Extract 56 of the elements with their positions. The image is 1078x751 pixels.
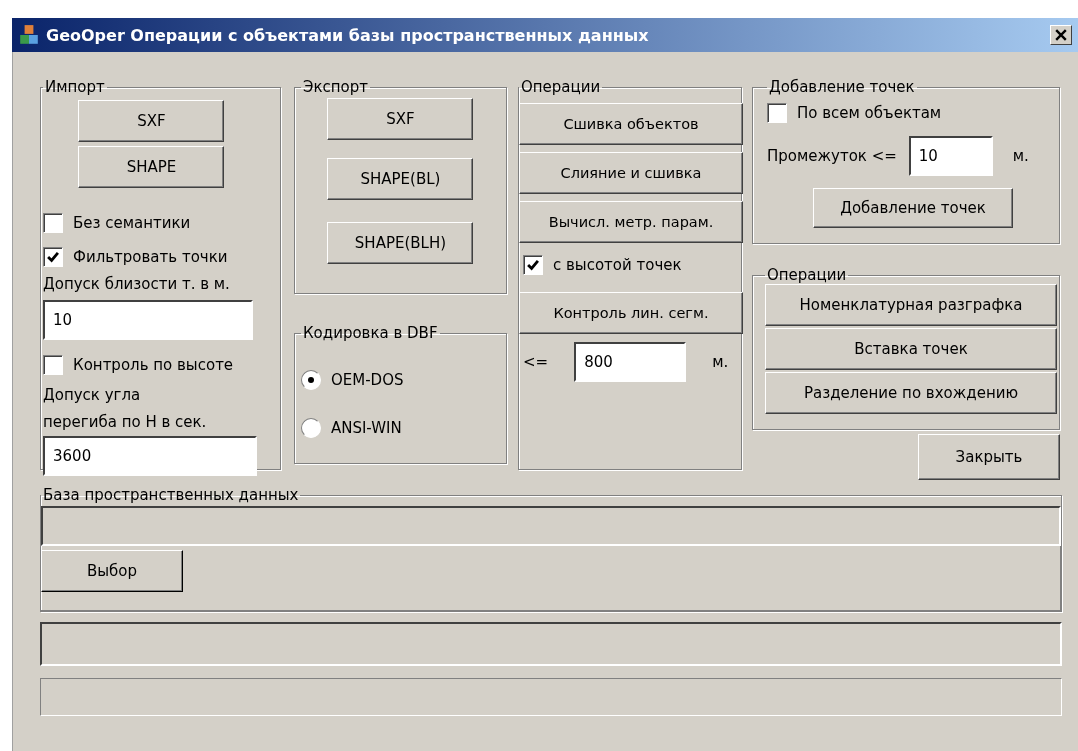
operation-button[interactable]: Слияние и сшивка [519, 152, 743, 194]
checkbox[interactable]: Без семантики [43, 206, 280, 240]
blocks-icon [18, 24, 40, 46]
checkbox-box[interactable] [767, 103, 787, 123]
field-label: Промежуток <= [767, 147, 897, 165]
checkbox-label: Фильтровать точки [73, 248, 228, 266]
checkbox-label: Без семантики [73, 214, 191, 232]
group-title: Импорт [44, 78, 106, 96]
radio-circle[interactable] [300, 418, 321, 438]
input-field[interactable]: 3600 [43, 436, 257, 476]
group-title: Кодировка в DBF [301, 324, 439, 342]
radio-button[interactable]: OEM-DOS [300, 356, 500, 404]
input-field[interactable]: 10 [908, 136, 993, 176]
import-button[interactable]: SXF [78, 100, 225, 142]
input-field[interactable]: 10 [43, 300, 253, 340]
input-field[interactable]: 800 [574, 342, 687, 382]
close-button[interactable]: Закрыть [918, 434, 1060, 480]
export-button[interactable]: SHAPE(BL) [327, 158, 474, 200]
checkbox[interactable]: Фильтровать точки [43, 240, 280, 274]
window-title: GeoOper Операции с объектами базы пространственных данных [46, 25, 650, 45]
field-label: <= [523, 353, 549, 371]
checkbox[interactable]: По всем объектам [767, 96, 1059, 130]
checkbox-label: с высотой точек [553, 256, 682, 274]
group-title: Экспорт [301, 78, 369, 96]
field-label: Допуск близости т. в м. [43, 274, 231, 294]
checkbox[interactable]: с высотой точек [519, 245, 741, 285]
operation-button[interactable]: Контроль лин. сегм. [519, 292, 743, 334]
radio-button[interactable]: ANSI-WIN [300, 404, 500, 452]
checkbox[interactable]: Контроль по высоте [43, 348, 280, 382]
operation-button[interactable]: Вставка точек [765, 328, 1057, 370]
checkbox-label: По всем объектам [797, 104, 942, 122]
checkbox-box[interactable] [43, 213, 63, 233]
radio-circle[interactable] [300, 370, 321, 390]
checkbox-label: Контроль по высоте [73, 356, 234, 374]
checkbox-box[interactable] [523, 255, 543, 275]
import-button[interactable]: SHAPE [78, 146, 225, 188]
checkbox-box[interactable] [43, 247, 63, 267]
unit-label: м. [712, 353, 729, 371]
operation-button[interactable]: Сшивка объектов [519, 103, 743, 145]
group-title: Операции [520, 78, 602, 96]
add-points-button[interactable]: Добавление точек [813, 188, 1013, 228]
operation-button[interactable]: Вычисл. метр. парам. [519, 201, 743, 243]
close-icon[interactable] [1050, 25, 1072, 45]
checkbox-box[interactable] [43, 355, 63, 375]
group-title: База пространственных данных [42, 486, 300, 504]
operation-button[interactable]: Номенклатурная разграфка [765, 284, 1057, 326]
unit-label: м. [1012, 147, 1029, 165]
radio-label: OEM-DOS [330, 371, 404, 389]
export-button[interactable]: SHAPE(BLH) [327, 222, 474, 264]
radio-label: ANSI-WIN [330, 419, 402, 437]
export-button[interactable]: SXF [327, 98, 474, 140]
group-title: Добавление точек [768, 78, 916, 96]
group-title: Операции [766, 266, 848, 284]
select-button[interactable]: Выбор [41, 549, 183, 592]
operation-button[interactable]: Разделение по вхождению [765, 372, 1057, 414]
field-label: Допуск угла перегиба по Н в сек. [43, 385, 208, 433]
